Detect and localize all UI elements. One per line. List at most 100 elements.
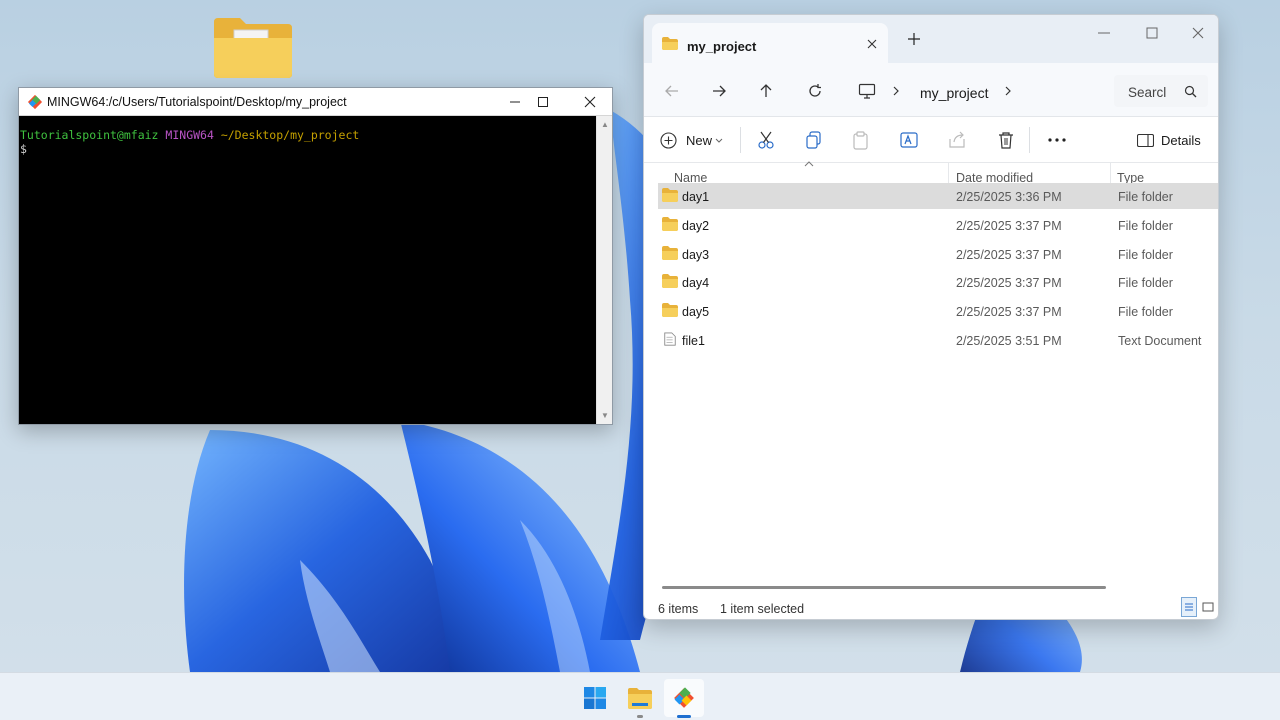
file-date: 2/25/2025 3:51 PM: [956, 334, 1062, 348]
terminal-maximize-button[interactable]: [520, 88, 566, 116]
file-explorer-window[interactable]: my_project my_project Searcl New Details…: [643, 14, 1219, 620]
file-date: 2/25/2025 3:36 PM: [956, 190, 1062, 204]
command-separator: [740, 127, 741, 153]
new-button[interactable]: New: [686, 133, 712, 148]
active-indicator: [677, 715, 691, 718]
folder-icon: [662, 188, 678, 202]
explorer-maximize-button[interactable]: [1132, 20, 1172, 46]
copy-icon[interactable]: [803, 129, 825, 151]
windows-start-icon: [584, 687, 606, 709]
this-pc-icon[interactable]: [858, 83, 876, 99]
details-button[interactable]: Details: [1161, 133, 1201, 148]
delete-icon[interactable]: [995, 129, 1017, 151]
file-name: day3: [682, 248, 710, 262]
explorer-minimize-button[interactable]: [1084, 20, 1124, 46]
prompt-user: Tutorialspoint@mfaiz: [20, 128, 159, 142]
taskbar-file-explorer[interactable]: [620, 679, 660, 718]
sort-ascending-icon: [804, 161, 814, 167]
taskbar: [0, 672, 1280, 720]
refresh-icon: [809, 84, 821, 97]
file-name: day1: [682, 190, 710, 204]
file-date: 2/25/2025 3:37 PM: [956, 276, 1062, 290]
terminal-input-line[interactable]: $: [20, 142, 596, 156]
command-bar: New Details: [644, 117, 1218, 163]
horizontal-scrollbar[interactable]: [662, 586, 1106, 589]
folder-icon: [662, 274, 678, 288]
more-options-icon[interactable]: [1046, 129, 1068, 151]
start-button[interactable]: [575, 679, 615, 717]
details-view-button[interactable]: [1181, 597, 1197, 617]
folder-icon: [662, 217, 678, 231]
desktop-folder-icon[interactable]: [212, 14, 294, 80]
cut-icon[interactable]: [755, 129, 777, 151]
search-placeholder: Searcl: [1128, 85, 1167, 100]
rename-icon[interactable]: [898, 129, 920, 151]
tab-title: my_project: [687, 39, 757, 54]
up-button[interactable]: [752, 77, 780, 105]
folder-icon: [662, 303, 678, 317]
running-indicator: [637, 715, 643, 718]
search-input[interactable]: Searcl: [1114, 75, 1208, 107]
refresh-button[interactable]: [801, 77, 829, 105]
file-row-day1[interactable]: day1 2/25/2025 3:36 PM File folder: [658, 183, 1218, 209]
breadcrumb-chevron-icon: [893, 86, 899, 96]
paste-icon[interactable]: [850, 129, 872, 151]
explorer-tab-bar: my_project: [644, 15, 1218, 63]
selection-count: 1 item selected: [720, 602, 805, 616]
file-name: day4: [682, 276, 710, 290]
breadcrumb-current[interactable]: my_project: [920, 85, 988, 101]
file-row-day2[interactable]: day2 2/25/2025 3:37 PM File folder: [658, 212, 1218, 238]
terminal-scrollbar[interactable]: ▲ ▼: [596, 116, 612, 424]
item-count: 6 items: [658, 602, 699, 616]
address-bar-row: my_project Searcl: [644, 63, 1218, 117]
list-view-icon: [1185, 603, 1193, 611]
maximize-icon: [538, 97, 548, 107]
prompt-host: MINGW64: [165, 128, 214, 142]
file-type: File folder: [1118, 219, 1173, 233]
git-bash-app-icon: [27, 94, 43, 110]
explorer-close-button[interactable]: [1178, 20, 1218, 46]
file-date: 2/25/2025 3:37 PM: [956, 305, 1062, 319]
details-pane-icon[interactable]: [1137, 134, 1154, 147]
prompt-path: ~/Desktop/my_project: [220, 128, 360, 142]
close-icon: [584, 96, 596, 108]
new-plus-icon[interactable]: [660, 132, 677, 149]
arrow-right-icon: [713, 85, 726, 97]
file-type: File folder: [1118, 248, 1173, 262]
file-type: File folder: [1118, 190, 1173, 204]
file-date: 2/25/2025 3:37 PM: [956, 219, 1062, 233]
file-date: 2/25/2025 3:37 PM: [956, 248, 1062, 262]
forward-button[interactable]: [705, 77, 733, 105]
terminal-title: MINGW64:/c/Users/Tutorialspoint/Desktop/…: [47, 94, 347, 109]
explorer-tab[interactable]: my_project: [652, 23, 888, 63]
new-tab-icon[interactable]: [904, 29, 924, 49]
terminal-close-button[interactable]: [567, 88, 613, 116]
scroll-up-icon[interactable]: ▲: [601, 120, 609, 129]
tab-close-icon[interactable]: [864, 36, 880, 52]
file-explorer-icon: [628, 688, 652, 709]
file-row-day3[interactable]: day3 2/25/2025 3:37 PM File folder: [658, 241, 1218, 267]
search-icon: [1184, 85, 1197, 98]
file-row-file1[interactable]: file1 2/25/2025 3:51 PM Text Document: [658, 327, 1218, 353]
file-name: day2: [682, 219, 710, 233]
back-button[interactable]: [658, 77, 686, 105]
arrow-up-icon: [760, 84, 772, 97]
file-name: day5: [682, 305, 710, 319]
chevron-down-icon[interactable]: [715, 138, 723, 144]
taskbar-git-bash[interactable]: [664, 679, 704, 718]
share-icon[interactable]: [946, 129, 968, 151]
file-row-day4[interactable]: day4 2/25/2025 3:37 PM File folder: [658, 269, 1218, 295]
terminal-output[interactable]: Tutorialspoint@mfaiz MINGW64 ~/Desktop/m…: [19, 116, 596, 424]
scroll-down-icon[interactable]: ▼: [601, 411, 609, 420]
breadcrumb-expand-chevron-icon[interactable]: [1004, 86, 1012, 96]
folder-icon: [662, 246, 678, 260]
terminal-prompt-line: Tutorialspoint@mfaiz MINGW64 ~/Desktop/m…: [20, 128, 596, 142]
command-separator: [1029, 127, 1030, 153]
arrow-left-icon: [665, 85, 678, 97]
tiles-view-icon[interactable]: [1201, 600, 1215, 614]
git-bash-window[interactable]: MINGW64:/c/Users/Tutorialspoint/Desktop/…: [18, 87, 613, 425]
file-type: File folder: [1118, 305, 1173, 319]
file-row-day5[interactable]: day5 2/25/2025 3:37 PM File folder: [658, 298, 1218, 324]
file-type: Text Document: [1118, 334, 1202, 348]
terminal-title-bar[interactable]: MINGW64:/c/Users/Tutorialspoint/Desktop/…: [19, 88, 612, 116]
